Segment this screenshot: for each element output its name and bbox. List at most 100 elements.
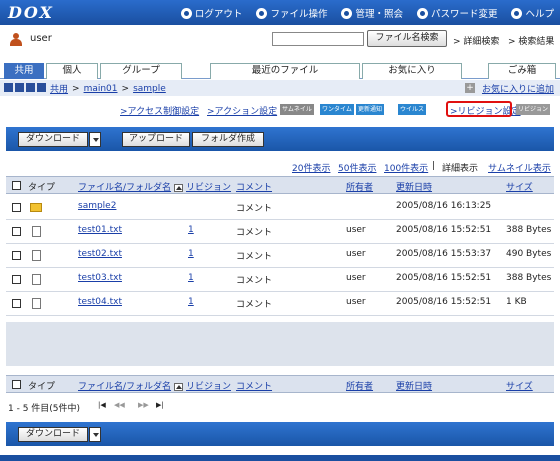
col-name-label: ファイル名/フォルダ名 — [78, 183, 172, 193]
help-link[interactable]: ヘルプ — [511, 6, 554, 20]
row-name[interactable]: test02.txt — [78, 249, 122, 259]
revision-highlight — [446, 101, 512, 117]
revision-badge: リビジョン — [516, 104, 551, 115]
row-name[interactable]: test04.txt — [78, 297, 122, 307]
row-owner: user — [346, 225, 366, 235]
row-checkbox[interactable] — [12, 251, 21, 260]
row-updated: 2005/08/16 15:53:37 — [396, 249, 492, 259]
sort-asc-icon[interactable] — [174, 183, 184, 192]
row-updated: 2005/08/16 15:52:51 — [396, 273, 492, 283]
col-size[interactable]: サイズ — [506, 379, 533, 392]
row-revision[interactable]: 1 — [188, 297, 194, 307]
row-revision[interactable]: 1 — [188, 273, 194, 283]
row-size: 1 KB — [506, 297, 527, 307]
file-toolbar: ダウンロード アップロード フォルダ作成 — [6, 127, 554, 151]
row-name[interactable]: test03.txt — [78, 273, 122, 283]
row-name[interactable]: sample2 — [78, 201, 116, 211]
search-results-link[interactable]: > 検索結果 — [508, 34, 554, 47]
detail-view-label: 詳細表示 — [442, 164, 479, 174]
col-comment[interactable]: コメント — [236, 379, 272, 392]
row-size: 388 Bytes — [506, 225, 552, 235]
access-control-link[interactable]: >アクセス制御設定 — [120, 104, 199, 117]
crumb-main01[interactable]: main01 — [84, 84, 118, 94]
logout-link[interactable]: ログアウト — [180, 6, 243, 20]
prev-page-icon[interactable]: ◀◀ — [114, 401, 125, 409]
footer-download-button[interactable]: ダウンロード — [18, 427, 88, 442]
download-dropdown[interactable] — [89, 132, 101, 147]
action-settings-link[interactable]: >アクション設定 — [207, 104, 277, 117]
folder-up-icon[interactable] — [26, 83, 35, 92]
password-link[interactable]: パスワード変更 — [416, 6, 498, 20]
select-all-checkbox[interactable] — [12, 181, 21, 190]
table-row: test02.txt 1 コメント user 2005/08/16 15:53:… — [6, 244, 554, 268]
row-revision[interactable]: 1 — [188, 249, 194, 259]
thumbnail-view-link[interactable]: サムネイル表示 — [488, 161, 551, 174]
next-page-icon[interactable]: ▶▶ — [138, 401, 149, 409]
update-notify-badge: 更新通知 — [356, 104, 385, 115]
col-revision[interactable]: リビジョン — [186, 180, 231, 193]
view-50-link[interactable]: 50件表示 — [338, 161, 376, 174]
row-checkbox[interactable] — [12, 227, 21, 236]
filename-search-button[interactable]: ファイル名検索 — [367, 30, 447, 47]
col-size[interactable]: サイズ — [506, 180, 533, 193]
row-name[interactable]: test01.txt — [78, 225, 122, 235]
refresh-icon — [416, 7, 428, 19]
back-icon[interactable] — [4, 83, 13, 92]
forward-icon[interactable] — [15, 83, 24, 92]
col-name[interactable]: ファイル名/フォルダ名 — [78, 180, 184, 193]
col-updated[interactable]: 更新日時 — [396, 379, 432, 392]
crumb-sample[interactable]: sample — [133, 84, 166, 94]
row-checkbox[interactable] — [12, 275, 21, 284]
view-100-link[interactable]: 100件表示 — [384, 161, 428, 174]
crumb-root[interactable]: 共用 — [50, 82, 68, 95]
pager: 1 - 5 件目(5件中) |◀ ◀◀ ▶▶ ▶| — [6, 400, 554, 414]
tab-personal[interactable]: 個人 — [46, 63, 98, 79]
row-revision[interactable]: 1 — [188, 225, 194, 235]
upload-button[interactable]: アップロード — [122, 132, 190, 147]
row-updated: 2005/08/16 15:52:51 — [396, 297, 492, 307]
tab-recent[interactable]: 最近のファイル — [210, 63, 360, 79]
empty-area — [6, 322, 554, 366]
footer-download-dropdown[interactable] — [89, 427, 101, 442]
row-checkbox[interactable] — [12, 299, 21, 308]
admin-link[interactable]: 管理・照会 — [341, 6, 403, 20]
tab-shared[interactable]: 共用 — [4, 63, 44, 79]
col-type: タイプ — [28, 382, 56, 392]
view-20-link[interactable]: 20件表示 — [292, 161, 330, 174]
row-checkbox[interactable] — [12, 203, 21, 212]
logout-icon — [180, 7, 192, 19]
row-comment: コメント — [236, 228, 273, 238]
password-label: パスワード変更 — [430, 9, 498, 20]
admin-icon — [341, 7, 353, 19]
admin-label: 管理・照会 — [355, 9, 403, 20]
col-owner[interactable]: 所有者 — [346, 379, 373, 392]
help-label: ヘルプ — [525, 9, 554, 20]
tab-group[interactable]: グループ — [100, 63, 182, 79]
file-ops-link[interactable]: ファイル操作 — [256, 6, 327, 20]
sort-asc-icon[interactable] — [174, 382, 184, 391]
logout-label: ログアウト — [194, 9, 243, 20]
tree-icon[interactable] — [37, 83, 46, 92]
pager-summary: 1 - 5 件目(5件中) — [8, 404, 81, 414]
col-updated[interactable]: 更新日時 — [396, 180, 432, 193]
create-folder-button[interactable]: フォルダ作成 — [192, 132, 264, 147]
search-input[interactable] — [272, 32, 364, 46]
add-icon: + — [465, 83, 475, 93]
download-button[interactable]: ダウンロード — [18, 132, 88, 147]
select-all-checkbox[interactable] — [12, 380, 21, 389]
row-updated: 2005/08/16 15:52:51 — [396, 225, 492, 235]
detail-search-link[interactable]: > 詳細検索 — [453, 34, 499, 47]
last-page-icon[interactable]: ▶| — [156, 401, 164, 409]
tab-trash[interactable]: ごみ箱 — [488, 63, 556, 79]
bottom-bar — [0, 455, 560, 461]
top-nav: ログアウト ファイル操作 管理・照会 パスワード変更 ヘルプ — [180, 6, 554, 20]
first-page-icon[interactable]: |◀ — [98, 401, 106, 409]
user-icon — [10, 33, 22, 46]
add-favorite-link[interactable]: お気に入りに追加 — [482, 82, 554, 95]
col-owner[interactable]: 所有者 — [346, 180, 373, 193]
col-name[interactable]: ファイル名/フォルダ名 — [78, 379, 184, 392]
file-ops-icon — [256, 7, 268, 19]
col-revision[interactable]: リビジョン — [186, 379, 231, 392]
tab-favorites[interactable]: お気に入り — [362, 63, 462, 79]
col-comment[interactable]: コメント — [236, 180, 272, 193]
